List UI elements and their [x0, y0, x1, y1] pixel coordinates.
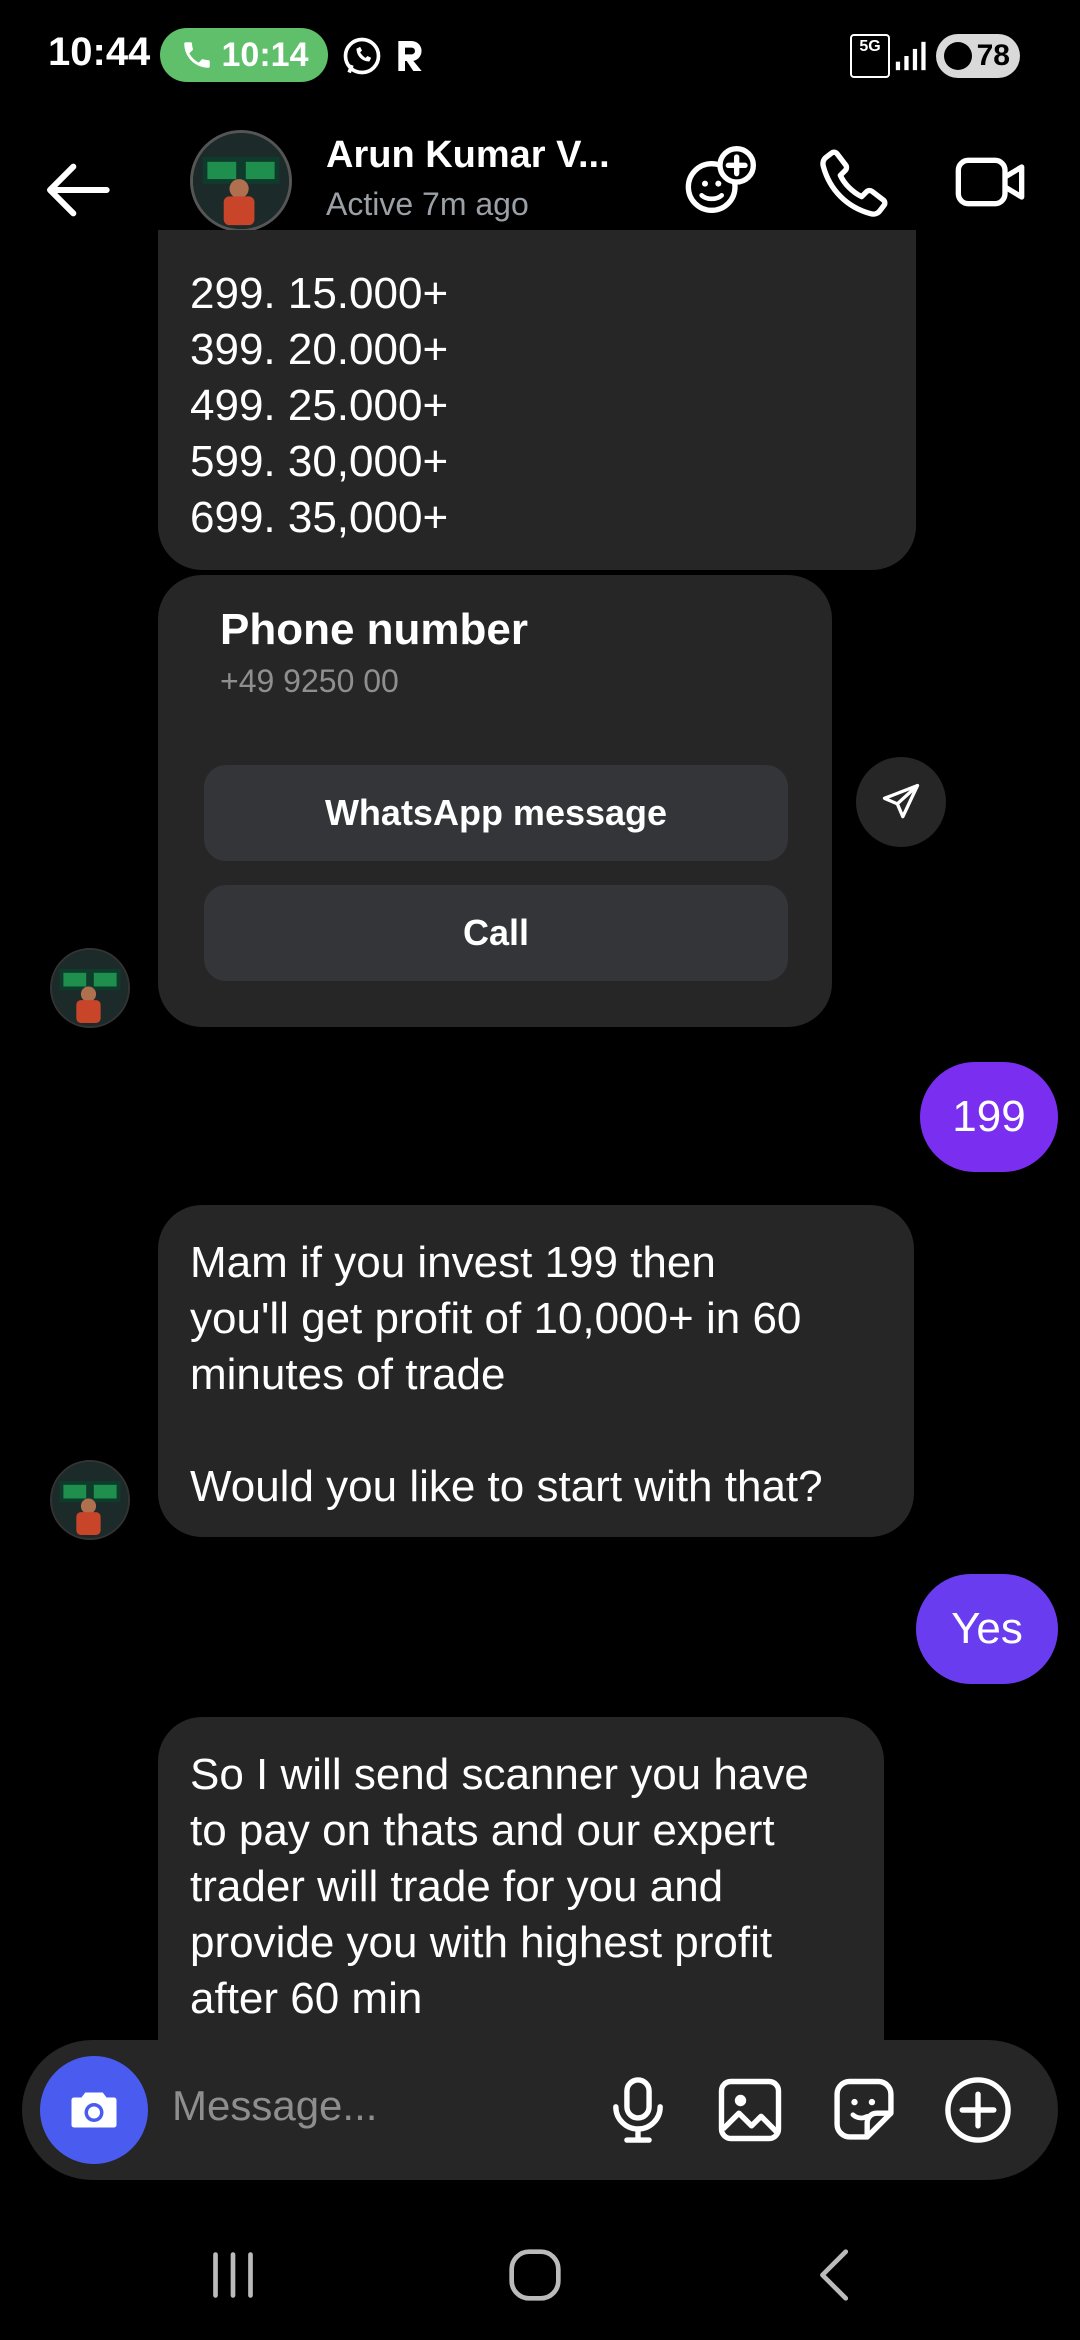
battery-indicator: 78 [936, 34, 1020, 78]
whatsapp-icon [343, 37, 381, 75]
message-price-list: 299. 15.000+ 399. 20.000+ 499. 25.000+ 5… [158, 230, 916, 570]
system-navigation-bar [0, 2200, 1080, 2340]
camera-icon [71, 2092, 117, 2128]
contact-card-title: Phone number [220, 605, 529, 654]
gallery-icon[interactable] [712, 2072, 788, 2148]
avatar-image [193, 133, 289, 229]
invest-offer-text: Mam if you invest 199 then you'll get pr… [190, 1238, 823, 1511]
plus-icon[interactable] [940, 2072, 1016, 2148]
call-button[interactable]: Call [204, 885, 788, 981]
signal-icon [895, 41, 926, 71]
battery-leaf-icon [944, 42, 972, 70]
share-icon [882, 783, 920, 819]
call-timer: 10:14 [221, 35, 309, 74]
nav-back-icon[interactable] [802, 2240, 872, 2310]
contact-activity: Active 7m ago [326, 186, 529, 222]
sticker-icon[interactable] [826, 2072, 902, 2148]
avatar-image [52, 950, 128, 1026]
sender-avatar[interactable] [50, 948, 130, 1028]
contact-card-number: +49 9250 00 [220, 663, 399, 699]
sent-message-199: 199 [920, 1062, 1058, 1172]
ongoing-call-pill[interactable]: 10:14 [160, 28, 328, 82]
contact-name[interactable]: Arun Kumar V... [326, 134, 610, 177]
status-time: 10:44 [48, 30, 151, 74]
whatsapp-message-button[interactable]: WhatsApp message [204, 765, 788, 861]
home-icon[interactable] [500, 2240, 570, 2310]
phone-icon [183, 42, 210, 68]
phone-icon[interactable] [815, 142, 895, 222]
scanner-text: So I will send scanner you have to pay o… [190, 1750, 809, 2023]
microphone-icon[interactable] [600, 2072, 676, 2148]
price-list-text: 299. 15.000+ 399. 20.000+ 499. 25.000+ 5… [190, 269, 449, 542]
contact-avatar[interactable] [190, 130, 292, 232]
r-app-icon [398, 41, 422, 71]
camera-button[interactable] [40, 2056, 148, 2164]
message-scanner: So I will send scanner you have to pay o… [158, 1717, 884, 2057]
recent-apps-icon[interactable] [198, 2240, 268, 2310]
message-input[interactable]: Message... [172, 2082, 377, 2130]
sent-message-yes: Yes [916, 1574, 1058, 1684]
video-call-icon[interactable] [950, 142, 1030, 222]
battery-level: 78 [976, 39, 1010, 72]
network-5g-icon: 5G [850, 34, 890, 78]
avatar-image [52, 1462, 128, 1538]
back-arrow-icon[interactable] [40, 150, 120, 230]
message-composer: Message... [22, 2040, 1058, 2180]
add-friend-icon[interactable] [680, 142, 760, 222]
status-bar: 10:44 10:14 5G 78 [0, 0, 1080, 110]
contact-card: Phone number +49 9250 00 WhatsApp messag… [158, 575, 832, 1027]
share-button[interactable] [856, 757, 946, 847]
sender-avatar[interactable] [50, 1460, 130, 1540]
message-invest-offer: Mam if you invest 199 then you'll get pr… [158, 1205, 914, 1537]
